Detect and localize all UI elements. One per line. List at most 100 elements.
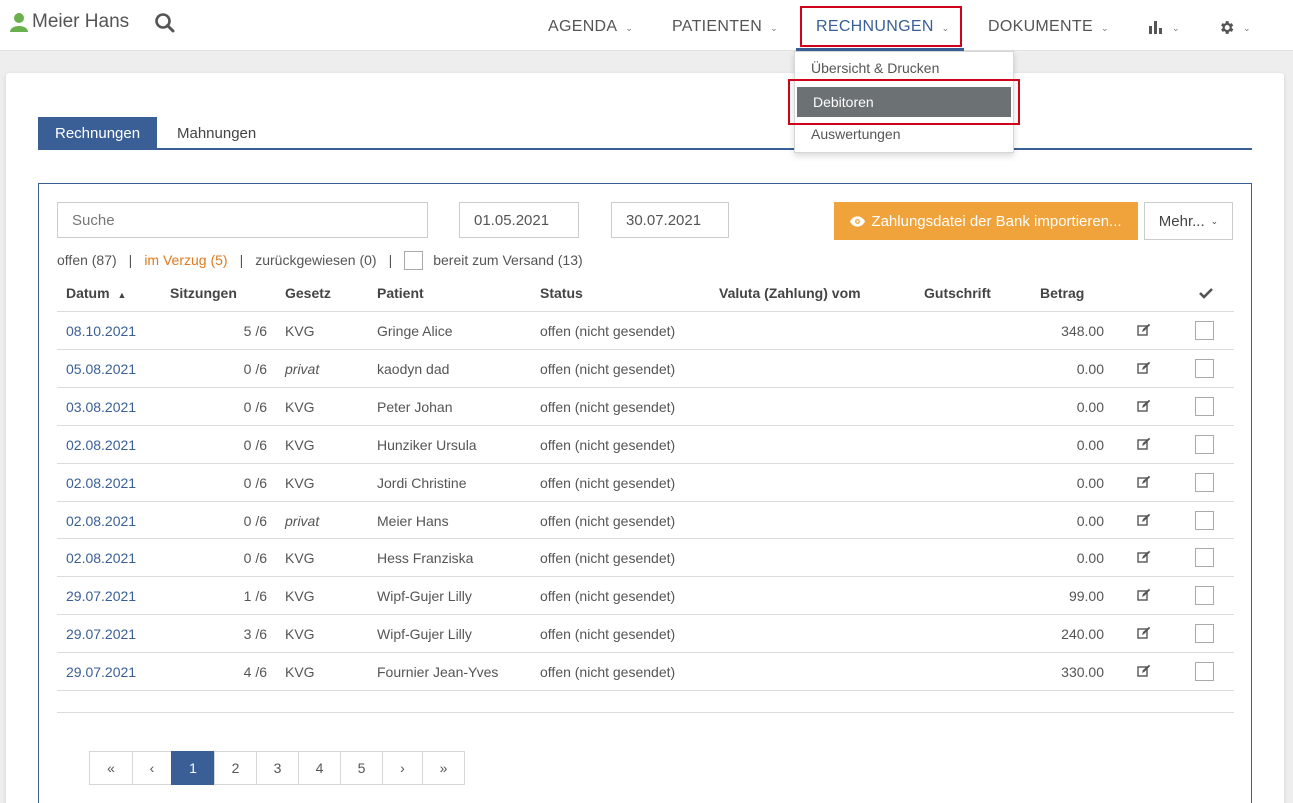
- filter-zurueckgewiesen[interactable]: zurückgewiesen (0): [255, 252, 376, 268]
- page-5[interactable]: 5: [340, 751, 383, 785]
- versand-checkbox[interactable]: [404, 250, 424, 270]
- column-gutschrift[interactable]: Gutschrift: [924, 285, 991, 301]
- row-checkbox[interactable]: [1195, 662, 1214, 681]
- filter-im-verzug[interactable]: im Verzug (5): [144, 252, 227, 268]
- menu-item-debitoren[interactable]: Debitoren: [797, 87, 1011, 117]
- gear-icon: [1221, 20, 1234, 34]
- cell-datum[interactable]: 02.08.2021: [66, 513, 136, 529]
- cell-sitzungen: 0 /6: [243, 399, 267, 415]
- edit-icon[interactable]: [1137, 399, 1151, 413]
- pagination: « ‹ 1 2 3 4 5 › »: [89, 751, 465, 785]
- column-status[interactable]: Status: [540, 285, 583, 301]
- cell-betrag: 0.00: [1076, 399, 1104, 415]
- chevron-down-icon: ⌄: [1210, 215, 1219, 226]
- page-last[interactable]: »: [422, 751, 465, 785]
- cell-sitzungen: 0 /6: [243, 437, 267, 453]
- edit-icon[interactable]: [1137, 626, 1151, 640]
- cell-datum[interactable]: 05.08.2021: [66, 361, 136, 377]
- edit-icon[interactable]: [1137, 361, 1151, 375]
- filter-bereit-zum-versand[interactable]: bereit zum Versand (13): [433, 252, 582, 268]
- cell-datum[interactable]: 02.08.2021: [66, 475, 136, 491]
- cell-sitzungen: 3 /6: [243, 626, 267, 642]
- date-from-input[interactable]: [459, 202, 579, 238]
- row-checkbox[interactable]: [1195, 435, 1214, 454]
- chevron-down-icon: ⌄: [770, 22, 778, 33]
- page-next[interactable]: ›: [382, 751, 423, 785]
- tab-rechnungen[interactable]: Rechnungen: [38, 117, 158, 149]
- nav-settings[interactable]: ⌄: [1218, 10, 1251, 44]
- tab-mahnungen[interactable]: Mahnungen: [160, 117, 273, 149]
- column-datum-label: Datum: [66, 285, 110, 301]
- column-sitzungen[interactable]: Sitzungen: [170, 285, 237, 301]
- user-name: Meier Hans: [32, 11, 130, 32]
- menu-item-uebersicht[interactable]: Übersicht & Drucken: [795, 53, 1013, 83]
- chevron-down-icon: ⌄: [1100, 22, 1109, 33]
- cell-patient: Hess Franziska: [377, 550, 474, 566]
- edit-icon[interactable]: [1137, 664, 1151, 678]
- page-4[interactable]: 4: [298, 751, 341, 785]
- cell-datum[interactable]: 02.08.2021: [66, 550, 136, 566]
- edit-icon[interactable]: [1137, 550, 1151, 564]
- nav-statistics[interactable]: ⌄: [1148, 10, 1180, 44]
- row-checkbox[interactable]: [1195, 359, 1214, 378]
- cell-patient: Wipf-Gujer Lilly: [377, 626, 472, 642]
- edit-icon[interactable]: [1137, 513, 1151, 527]
- cell-datum[interactable]: 29.07.2021: [66, 588, 136, 604]
- nav-rechnungen[interactable]: RECHNUNGEN ⌄: [816, 10, 950, 44]
- top-navbar: Meier Hans AGENDA ⌄ PATIENTEN ⌄ RECHNUNG…: [0, 0, 1293, 51]
- cell-patient: Wipf-Gujer Lilly: [377, 588, 472, 604]
- row-checkbox[interactable]: [1195, 473, 1214, 492]
- cell-sitzungen: 0 /6: [243, 550, 267, 566]
- cell-datum[interactable]: 02.08.2021: [66, 437, 136, 453]
- more-button[interactable]: Mehr... ⌄: [1144, 202, 1233, 240]
- row-checkbox[interactable]: [1195, 548, 1214, 567]
- date-to-input[interactable]: [611, 202, 729, 238]
- row-checkbox[interactable]: [1195, 624, 1214, 643]
- status-filters: offen (87) | im Verzug (5) | zurückgewie…: [57, 250, 583, 270]
- search-icon[interactable]: [154, 12, 176, 34]
- filter-offen[interactable]: offen (87): [57, 252, 117, 268]
- column-betrag[interactable]: Betrag: [1040, 285, 1084, 301]
- column-valuta[interactable]: Valuta (Zahlung) vom: [719, 285, 861, 301]
- edit-icon[interactable]: [1137, 323, 1151, 337]
- row-checkbox[interactable]: [1195, 397, 1214, 416]
- cell-status: offen (nicht gesendet): [540, 361, 676, 377]
- edit-icon[interactable]: [1137, 475, 1151, 489]
- page-1[interactable]: 1: [171, 751, 215, 785]
- row-checkbox[interactable]: [1195, 586, 1214, 605]
- chevron-down-icon: ⌄: [941, 22, 950, 33]
- cell-gesetz: KVG: [285, 399, 315, 415]
- cell-datum[interactable]: 29.07.2021: [66, 626, 136, 642]
- cell-betrag: 0.00: [1076, 550, 1104, 566]
- cell-gesetz: privat: [285, 361, 320, 377]
- row-checkbox[interactable]: [1195, 511, 1214, 530]
- page-first[interactable]: «: [89, 751, 133, 785]
- cell-datum[interactable]: 03.08.2021: [66, 399, 136, 415]
- row-checkbox[interactable]: [1195, 321, 1214, 340]
- page-2[interactable]: 2: [214, 751, 257, 785]
- menu-item-auswertungen[interactable]: Auswertungen: [795, 119, 1013, 149]
- edit-icon[interactable]: [1137, 588, 1151, 602]
- edit-icon[interactable]: [1137, 437, 1151, 451]
- page-3[interactable]: 3: [256, 751, 299, 785]
- cell-status: offen (nicht gesendet): [540, 626, 676, 642]
- cell-gesetz: KVG: [285, 550, 315, 566]
- user-menu[interactable]: Meier Hans: [10, 10, 129, 34]
- nav-patienten[interactable]: PATIENTEN ⌄: [672, 10, 778, 44]
- cell-gesetz: privat: [285, 513, 320, 529]
- checkmark-icon: [1199, 288, 1213, 299]
- column-gesetz[interactable]: Gesetz: [285, 285, 331, 301]
- cell-datum[interactable]: 08.10.2021: [66, 323, 136, 339]
- cell-sitzungen: 4 /6: [243, 664, 267, 680]
- cell-datum[interactable]: 29.07.2021: [66, 664, 136, 680]
- nav-agenda[interactable]: AGENDA ⌄: [548, 10, 633, 44]
- import-bank-file-button[interactable]: Zahlungsdatei der Bank importieren...: [834, 202, 1138, 240]
- search-input[interactable]: [57, 202, 428, 238]
- nav-dokumente[interactable]: DOKUMENTE ⌄: [988, 10, 1109, 44]
- eye-icon: [850, 215, 866, 227]
- cell-status: offen (nicht gesendet): [540, 664, 676, 680]
- page-prev[interactable]: ‹: [132, 751, 172, 785]
- column-datum[interactable]: Datum ▲: [66, 285, 126, 301]
- column-patient[interactable]: Patient: [377, 285, 424, 301]
- chevron-down-icon: ⌄: [625, 22, 634, 33]
